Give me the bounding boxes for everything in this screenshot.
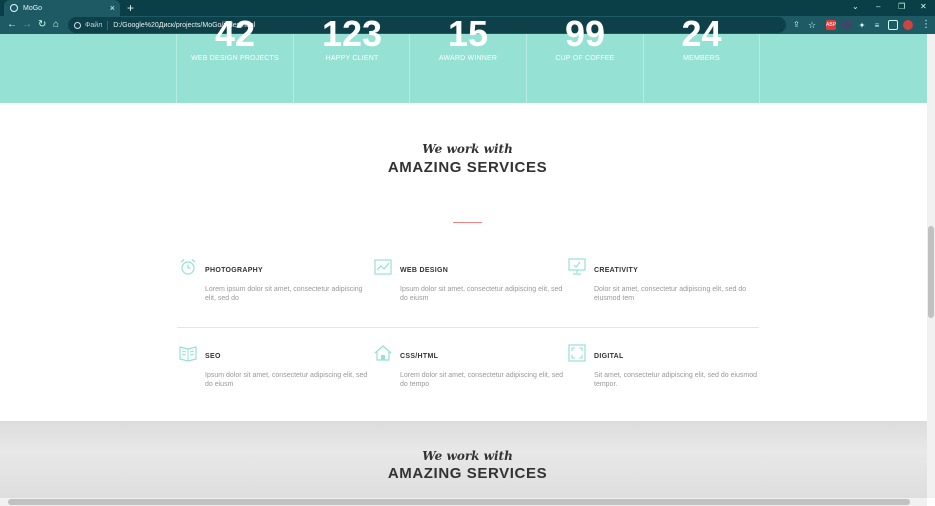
browser-menu-icon[interactable]: ⋮ [921,19,931,31]
restore-icon[interactable]: ❐ [898,2,905,11]
service-description: Dolor sit amet, consectetur adipiscing e… [594,286,747,302]
service-description: Lorem dolor sit amet, consectetur adipis… [400,372,564,388]
services-title: AMAZING SERVICES [387,159,548,176]
stat-number: 123 [321,13,383,54]
side-panel-icon[interactable] [888,20,898,30]
alarm-clock-icon [180,259,196,275]
horizontal-scroll-thumb[interactable] [8,499,910,505]
globe-icon [10,4,18,12]
home-icon[interactable]: ⌂ [53,19,59,31]
service-description: Sit amet, consectetur adipiscing elit, s… [594,372,758,388]
service-description: Lorem ipsum dolor sit amet, consectetur … [205,286,363,302]
service-name: CREATIVITY [594,267,639,274]
stat-label: WEB DESIGN PROJECTS [191,55,279,62]
new-tab-button[interactable]: + [127,1,134,15]
stat-item: 42 WEB DESIGN PROJECTS [176,16,293,103]
service-name: WEB DESIGN [400,267,449,274]
extensions-puzzle-icon[interactable]: ✦ [857,20,867,30]
vertical-scroll-thumb[interactable] [928,226,934,318]
service-description: Ipsum dolor sit amet, consectetur adipis… [205,372,368,388]
chart-icon [374,259,392,275]
browser-tab[interactable]: MoGo × [4,0,120,16]
tab-title: MoGo [23,4,43,12]
minimize-icon[interactable]: – [876,2,880,11]
window-close-icon[interactable]: ✕ [920,2,927,11]
service-description: Ipsum dolor sit amet, consectetur adipis… [400,286,563,302]
service-name: CSS/HTML [400,353,439,360]
forward-icon[interactable]: → [22,19,32,31]
adblock-extension-icon[interactable]: ABP [826,20,836,30]
service-name: PHOTOGRAPHY [205,267,264,274]
stat-number: 99 [564,13,606,54]
services-divider [177,327,759,328]
stats-band: 42 WEB DESIGN PROJECTS 123 HAPPY CLIENT … [0,16,927,103]
stat-item: 123 HAPPY CLIENT [293,16,410,103]
stat-label: CUP OF COFFEE [555,55,615,62]
address-separator [107,20,109,30]
vertical-scrollbar[interactable] [927,34,935,498]
tab-search-icon[interactable]: ⌄ [852,2,859,11]
stat-item: 24 MEMBERS [643,16,760,103]
stat-number: 24 [681,13,722,54]
shield-extension-icon[interactable] [842,20,852,30]
back-icon[interactable]: ← [7,19,17,31]
address-scheme-label: Файл [85,21,103,29]
stat-label: AWARD WINNER [438,55,498,62]
house-icon [374,345,392,361]
horizontal-scrollbar[interactable] [0,498,927,506]
stat-item: 99 CUP OF COFFEE [526,16,643,103]
book-icon [179,346,197,362]
frame-icon [568,344,586,362]
next-section-title: AMAZING SERVICES [387,465,548,482]
bookmark-star-icon[interactable]: ☆ [808,19,816,31]
title-underline [453,222,482,223]
site-info-icon[interactable] [74,21,81,29]
stat-label: HAPPY CLIENT [325,55,379,62]
monitor-icon [568,258,586,275]
service-name: SEO [205,353,221,360]
tab-close-icon[interactable]: × [110,3,115,13]
next-section-script-title: We work with [422,449,513,463]
reading-list-icon[interactable]: ≡ [872,20,882,30]
stat-label: MEMBERS [683,55,720,62]
service-name: DIGITAL [594,353,624,360]
share-icon[interactable]: ⇪ [793,19,800,31]
stat-number: 42 [214,13,256,54]
stat-number: 15 [447,13,489,54]
services-script-title: We work with [422,142,513,156]
reload-icon[interactable]: ↻ [38,19,46,31]
profile-avatar[interactable] [903,20,913,30]
stat-item: 15 AWARD WINNER [409,16,526,103]
